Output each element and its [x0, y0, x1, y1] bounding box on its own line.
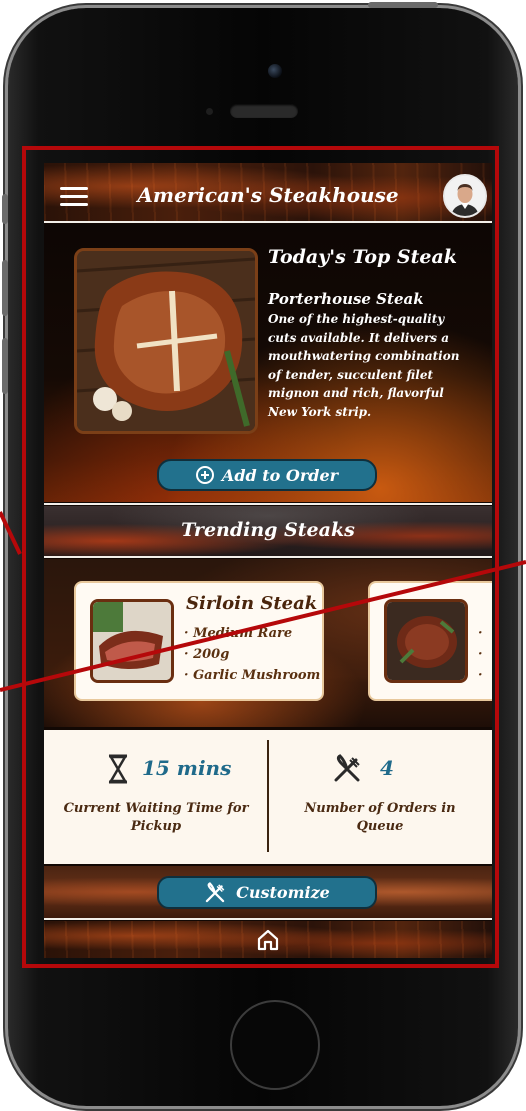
- annotation-line-left-arrow: [0, 511, 22, 555]
- annotation-line-diagonal: [0, 560, 526, 692]
- annotation-lines: [0, 511, 526, 692]
